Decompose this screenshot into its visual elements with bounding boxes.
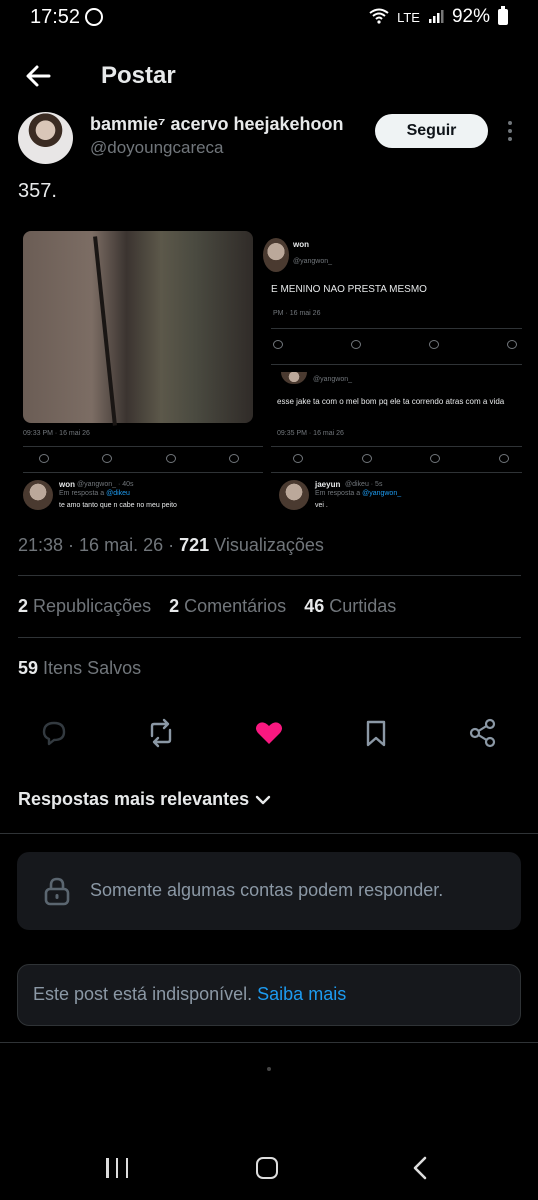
divider xyxy=(18,575,521,576)
post-meta: 21:38 · 16 mai. 26 · 721 Visualizações xyxy=(18,535,324,555)
reply-name: won xyxy=(59,480,75,489)
divider xyxy=(0,1042,538,1043)
tweet-handle: @yangwon_ xyxy=(293,258,333,265)
home-icon[interactable] xyxy=(256,1157,278,1179)
restricted-text: Somente algumas contas podem responder. xyxy=(90,880,444,900)
comments-stat[interactable]: 2 Comentários xyxy=(169,596,286,617)
post-stats: 2 Republicações 2 Comentários 46 Curtida… xyxy=(18,596,396,617)
chevron-down-icon[interactable] xyxy=(255,794,271,806)
scroll-indicator xyxy=(267,1067,271,1071)
learn-more-link[interactable]: Saiba mais xyxy=(257,984,346,1004)
media-image-left[interactable]: 09:33 PM · 16 mai 26 won @yangwon_ · 40s… xyxy=(17,226,269,516)
reply-name: jaeyun xyxy=(315,480,341,489)
reply-meta: @yangwon_ · 40s xyxy=(77,481,134,488)
saved-stat[interactable]: 59 Itens Salvos xyxy=(18,658,141,679)
unavailable-text: Este post está indisponível. Saiba mais xyxy=(33,984,347,1004)
follow-button[interactable]: Seguir xyxy=(375,114,488,148)
recents-icon[interactable] xyxy=(106,1158,128,1178)
action-bar xyxy=(0,714,538,754)
reply-text: te amo tanto que n cabe no meu peito xyxy=(59,502,177,509)
quote-text: esse jake ta com o mel bom pq ele ta cor… xyxy=(277,397,505,406)
more-vertical-icon[interactable] xyxy=(505,120,515,142)
network-label: LTE xyxy=(397,9,420,25)
quote-actions xyxy=(293,454,509,463)
reply-restricted-notice: Somente algumas contas podem responder. xyxy=(17,852,521,930)
media-image-right[interactable]: won @yangwon_ E MENINO NAO PRESTA MESMO … xyxy=(263,226,522,516)
tweet-name: won xyxy=(293,240,309,249)
unavailable-notice: Este post está indisponível. Saiba mais xyxy=(17,964,521,1026)
reply-icon[interactable] xyxy=(39,718,69,748)
reply-to-label: Em resposta a @dikeu xyxy=(59,490,130,497)
tweet-timestamp: 09:33 PM · 16 mai 26 xyxy=(23,430,90,437)
battery-icon xyxy=(498,6,508,25)
post-time: 21:38 xyxy=(18,535,64,555)
page-title: Postar xyxy=(101,62,176,89)
reply-to-label: Em resposta a @yangwon_ xyxy=(315,490,402,497)
top-bar: Postar xyxy=(0,52,538,100)
reply-avatar xyxy=(279,480,309,510)
bookmark-icon[interactable] xyxy=(361,718,391,748)
reply-avatar xyxy=(23,480,53,510)
like-icon[interactable] xyxy=(254,718,284,748)
post-text: 357. xyxy=(18,180,57,202)
post-media[interactable]: 09:33 PM · 16 mai 26 won @yangwon_ · 40s… xyxy=(17,226,522,516)
avatar[interactable] xyxy=(18,112,73,164)
tweet-text: E MENINO NAO PRESTA MESMO xyxy=(271,284,427,295)
nav-back-icon[interactable] xyxy=(410,1155,430,1181)
status-icons: LTE 92% xyxy=(369,6,508,28)
system-nav-bar xyxy=(0,1140,538,1200)
divider xyxy=(18,637,521,638)
quote-handle: @yangwon_ xyxy=(313,376,353,383)
share-icon[interactable] xyxy=(468,718,498,748)
replies-sort-label[interactable]: Respostas mais relevantes xyxy=(18,789,249,810)
views-count: 721 xyxy=(179,535,210,555)
reply-text: vei . xyxy=(315,502,328,509)
status-bar: 17:52 LTE 92% xyxy=(0,0,538,36)
author-name[interactable]: bammie⁷ acervo heejakehoon xyxy=(90,114,344,135)
quote-time: 09:35 PM · 16 mai 26 xyxy=(277,430,344,437)
post-date: 16 mai. 26 xyxy=(79,535,164,555)
tweet-time: PM · 16 mai 26 xyxy=(273,310,321,317)
photo xyxy=(23,231,253,426)
whatsapp-icon xyxy=(85,8,103,26)
signal-icon xyxy=(428,8,444,27)
divider xyxy=(0,833,538,834)
views-label: Visualizações xyxy=(214,535,324,555)
reposts-stat[interactable]: 2 Republicações xyxy=(18,596,151,617)
battery-percent: 92% xyxy=(451,6,490,27)
quote-avatar xyxy=(281,372,307,384)
author-handle[interactable]: @doyoungcareca xyxy=(90,138,224,158)
tweet-actions xyxy=(273,340,517,349)
reply-meta: @dikeu · 5s xyxy=(345,481,383,488)
tweet-actions xyxy=(39,454,239,463)
status-time: 17:52 xyxy=(30,6,81,28)
lock-icon xyxy=(44,877,70,906)
repost-icon[interactable] xyxy=(146,718,176,748)
wifi-icon xyxy=(369,8,389,27)
likes-stat[interactable]: 46 Curtidas xyxy=(304,596,396,617)
tweet-avatar xyxy=(263,238,289,272)
back-arrow-icon[interactable] xyxy=(22,60,54,92)
